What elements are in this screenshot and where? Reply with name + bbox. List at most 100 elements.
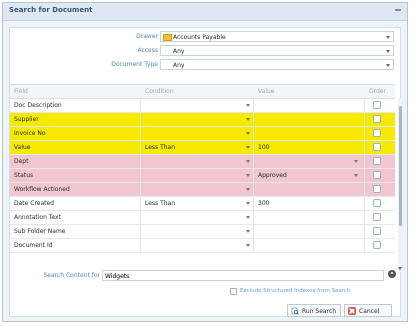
field-cell: Workflow Actioned <box>14 186 70 193</box>
cancel-button[interactable]: Cancel <box>344 304 392 317</box>
chevron-down-icon[interactable] <box>246 188 250 191</box>
table-row[interactable]: Date Created Less Than 300 <box>10 197 395 211</box>
order-checkbox[interactable] <box>373 115 381 123</box>
table-row[interactable]: Sub Folder Name <box>10 225 395 239</box>
chevron-down-icon[interactable] <box>246 216 250 219</box>
search-content-field[interactable] <box>102 270 384 281</box>
column-divider <box>253 225 254 238</box>
order-checkbox[interactable] <box>373 227 381 235</box>
chevron-down-icon[interactable] <box>246 132 250 135</box>
condition-cell[interactable]: Less Than <box>145 200 175 207</box>
search-document-dialog: Search for Document Drawer Accounts Paya… <box>2 2 408 322</box>
column-divider <box>253 113 254 126</box>
chevron-down-icon[interactable] <box>246 146 250 149</box>
access-select[interactable]: Any <box>160 45 394 56</box>
chevron-down-icon[interactable] <box>246 118 250 121</box>
header-field: Field <box>14 88 28 95</box>
column-divider <box>253 239 254 252</box>
grid-rows: Doc Description Supplier Invoice No Value Le… <box>10 99 395 253</box>
column-divider <box>140 141 141 154</box>
drawer-select[interactable]: Accounts Payable <box>160 31 394 42</box>
table-row[interactable]: Invoice No <box>10 127 395 141</box>
table-row[interactable]: Annotation Text <box>10 211 395 225</box>
table-row[interactable]: Dept <box>10 155 395 169</box>
run-search-icon <box>291 307 299 315</box>
table-row[interactable]: Doc Description <box>10 99 395 113</box>
table-row[interactable]: Value Less Than 100 <box>10 141 395 155</box>
value-cell[interactable]: Approved <box>258 172 287 179</box>
value-cell[interactable]: 300 <box>258 200 269 207</box>
order-checkbox[interactable] <box>373 171 381 179</box>
cancel-icon <box>348 307 356 315</box>
order-checkbox[interactable] <box>373 101 381 109</box>
field-cell: Date Created <box>14 200 54 207</box>
column-divider <box>140 99 141 112</box>
table-row[interactable]: Supplier <box>10 113 395 127</box>
search-content-row: Search Content for <box>10 269 400 283</box>
chevron-down-icon <box>386 50 390 53</box>
column-divider <box>364 141 365 154</box>
scrollbar-thumb[interactable] <box>399 106 402 226</box>
exclude-structured-checkbox[interactable] <box>230 288 237 295</box>
access-row: Access Any <box>10 44 400 58</box>
drawer-label: Drawer <box>136 33 158 40</box>
value-cell[interactable]: 100 <box>258 144 269 151</box>
column-divider <box>253 155 254 168</box>
column-divider <box>364 113 365 126</box>
chevron-down-icon[interactable] <box>246 160 250 163</box>
field-cell: Annotation Text <box>14 214 61 221</box>
column-divider <box>140 113 141 126</box>
order-checkbox[interactable] <box>373 241 381 249</box>
chevron-down-icon[interactable] <box>246 174 250 177</box>
column-divider <box>364 239 365 252</box>
table-row[interactable]: Workflow Actioned <box>10 183 395 197</box>
chevron-down-icon <box>386 64 390 67</box>
column-divider <box>253 99 254 112</box>
cancel-label: Cancel <box>359 308 380 315</box>
chevron-down-icon[interactable] <box>354 174 358 177</box>
order-checkbox[interactable] <box>373 129 381 137</box>
column-divider <box>364 197 365 210</box>
column-divider <box>140 197 141 210</box>
column-divider <box>140 155 141 168</box>
column-divider <box>140 183 141 196</box>
doctype-row: Document Type Any <box>10 58 400 72</box>
table-row[interactable]: Document Id <box>10 239 395 253</box>
chevron-down-icon[interactable] <box>246 230 250 233</box>
column-divider <box>253 197 254 210</box>
chevron-down-icon[interactable] <box>246 244 250 247</box>
column-divider <box>140 239 141 252</box>
table-row[interactable]: Status Approved <box>10 169 395 183</box>
doctype-select[interactable]: Any <box>160 59 394 70</box>
condition-cell[interactable]: Less Than <box>145 144 175 151</box>
field-cell: Supplier <box>14 116 39 123</box>
column-divider <box>364 99 365 112</box>
field-cell: Sub Folder Name <box>14 228 66 235</box>
search-go-icon[interactable] <box>388 270 396 278</box>
order-checkbox[interactable] <box>373 157 381 165</box>
chevron-down-icon[interactable] <box>246 104 250 107</box>
chevron-down-icon[interactable] <box>246 202 250 205</box>
column-divider <box>364 127 365 140</box>
minimize-icon[interactable] <box>395 9 401 11</box>
column-divider <box>140 211 141 224</box>
grid-scrollbar[interactable] <box>398 98 403 272</box>
header-condition: Condition <box>145 88 174 95</box>
search-content-label: Search Content for <box>43 272 100 279</box>
field-cell: Doc Description <box>14 102 62 109</box>
dialog-title: Search for Document <box>9 6 93 14</box>
order-checkbox[interactable] <box>373 143 381 151</box>
column-divider <box>364 211 365 224</box>
order-checkbox[interactable] <box>373 199 381 207</box>
order-checkbox[interactable] <box>373 185 381 193</box>
dialog-content: Drawer Accounts Payable Access Any Docum… <box>9 27 403 317</box>
exclude-structured-row[interactable]: Exclude Structured Indexes from Search <box>230 287 400 297</box>
folder-icon <box>163 34 172 41</box>
chevron-down-icon[interactable] <box>354 160 358 163</box>
order-checkbox[interactable] <box>373 213 381 221</box>
run-search-button[interactable]: Run Search <box>287 304 341 317</box>
search-content-input[interactable] <box>105 272 380 280</box>
column-divider <box>364 155 365 168</box>
column-divider <box>253 169 254 182</box>
field-cell: Status <box>14 172 34 179</box>
